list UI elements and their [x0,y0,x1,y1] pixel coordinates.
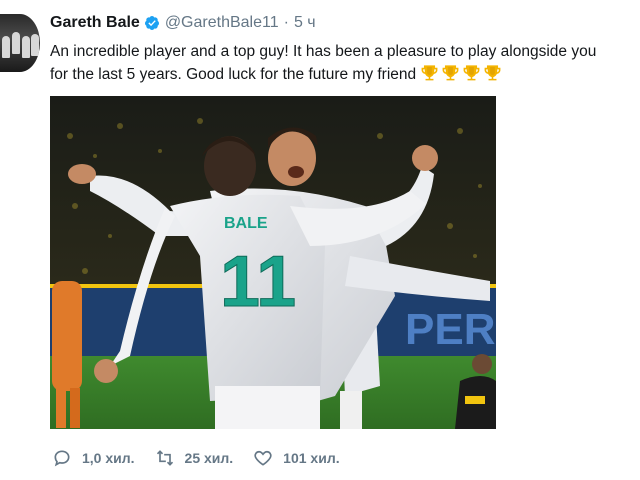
jersey-number: 11 [220,242,296,322]
tweet-text-line-2: for the last 5 years. Good luck for the … [50,66,417,83]
tweet-text-line: for the last 5 years. Good luck for the … [50,63,635,86]
tweet: Gareth Bale @GarethBale11 · 5 ч An incre… [0,0,640,480]
jersey-name: BALE [224,215,268,232]
trophy-icon [422,65,438,81]
tweet-actions: 1,0 хил. 25 хил. 101 хил. [52,446,360,470]
trophy-icon [464,65,480,81]
tweet-header: Gareth Bale @GarethBale11 · 5 ч [50,12,316,34]
tweet-timestamp[interactable]: 5 ч [294,14,316,32]
author-handle[interactable]: @GarethBale11 [165,14,279,32]
reply-icon [54,450,70,467]
separator-dot: · [283,14,289,31]
author-name[interactable]: Gareth Bale [50,14,140,32]
trophy-icon [485,65,501,81]
tweet-text-line: An incredible player and a top guy! It h… [50,43,597,60]
trophy-icon [443,65,459,81]
reply-count: 1,0 хил. [82,450,135,466]
tweet-photo[interactable]: PER BALE 11 [50,96,496,429]
like-button[interactable]: 101 хил. [253,448,340,468]
retweet-icon [156,450,173,466]
retweet-count: 25 хил. [184,450,234,466]
board-text: PER [405,305,495,354]
avatar[interactable] [0,14,40,72]
tweet-text: An incredible player and a top guy! It h… [50,40,635,86]
like-count: 101 хил. [283,450,340,466]
reply-button[interactable]: 1,0 хил. [52,448,135,468]
verified-badge-icon [144,16,159,30]
retweet-button[interactable]: 25 хил. [155,448,234,468]
heart-icon [254,450,272,466]
photo-illustration: PER BALE 11 [50,96,496,429]
